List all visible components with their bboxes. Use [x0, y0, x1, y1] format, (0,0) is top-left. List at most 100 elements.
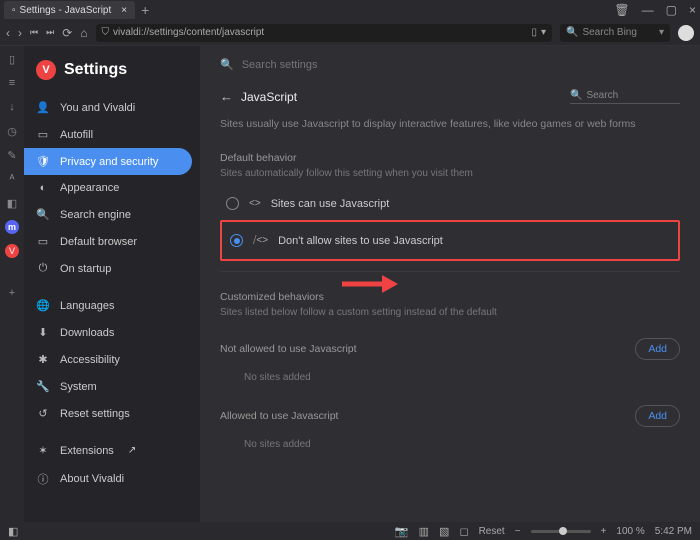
- close-tab-icon[interactable]: ×: [121, 5, 127, 16]
- close-window-icon[interactable]: ×: [689, 3, 696, 17]
- sidebar-item-label: Accessibility: [60, 354, 120, 366]
- customized-behaviors-subtext: Sites listed below follow a custom setti…: [220, 307, 680, 328]
- sidebar-item-label: Default browser: [60, 236, 137, 248]
- search-settings-input[interactable]: [242, 59, 442, 71]
- sidebar-item-label: Autofill: [60, 129, 93, 141]
- person-icon: 👤: [36, 101, 50, 114]
- search-settings-bar[interactable]: 🔍: [220, 54, 680, 85]
- extensions-icon: ✶: [36, 444, 50, 457]
- translate-panel-icon[interactable]: ᴬ: [5, 172, 19, 186]
- sidebar-item-extensions[interactable]: ✶ Extensions ↗: [24, 437, 200, 464]
- fast-forward-button[interactable]: ⏭: [46, 27, 54, 38]
- search-dropdown-icon[interactable]: ▾: [659, 27, 664, 38]
- shield-icon: ⛉: [102, 27, 110, 38]
- radio-label: Don't allow sites to use Javascript: [278, 235, 443, 247]
- sidebar-item-languages[interactable]: 🌐 Languages: [24, 292, 200, 319]
- trash-icon[interactable]: 🗑: [614, 3, 629, 17]
- sidebar-item-label: You and Vivaldi: [60, 102, 135, 114]
- code-icon: <>: [249, 198, 261, 209]
- search-engine-icon: 🔍: [566, 27, 578, 38]
- sidebar-item-accessibility[interactable]: ✱Accessibility: [24, 346, 200, 373]
- sidebar-item-label: Extensions: [60, 445, 114, 457]
- back-button[interactable]: ‹: [6, 26, 10, 40]
- vivaldi-panel-icon[interactable]: V: [5, 244, 19, 258]
- sidebar-item-reset[interactable]: ↺Reset settings: [24, 400, 200, 427]
- url-text: vivaldi://settings/content/javascript: [113, 27, 264, 38]
- startup-icon: ⏻: [36, 262, 50, 275]
- bookmark-icon[interactable]: ▯: [531, 27, 537, 38]
- no-sites-text-2: No sites added: [220, 431, 680, 456]
- new-tab-button[interactable]: +: [141, 2, 149, 18]
- zoom-in-button[interactable]: +: [601, 526, 607, 537]
- sidebar-item-label: Appearance: [60, 182, 119, 194]
- downloads-panel-icon[interactable]: ↓: [5, 100, 19, 114]
- panel-toggle-icon[interactable]: ◧: [8, 525, 18, 538]
- profile-avatar[interactable]: [678, 25, 694, 41]
- home-button[interactable]: ⌂: [80, 26, 87, 40]
- navbar: ‹ › ⏮ ⏭ ⟳ ⌂ ⛉ vivaldi://settings/content…: [0, 20, 700, 46]
- reload-button[interactable]: ⟳: [62, 26, 72, 40]
- tile-icon[interactable]: ▥: [419, 525, 429, 538]
- sidebar-item-label: Languages: [60, 300, 114, 312]
- arrow-annotation: [340, 272, 400, 299]
- settings-header: V Settings: [24, 54, 200, 94]
- add-panel-icon[interactable]: +: [5, 286, 19, 300]
- default-behavior-label: Default behavior: [220, 146, 680, 168]
- highlight-annotation: ⧸<> Don't allow sites to use Javascript: [220, 220, 680, 261]
- browser-tab[interactable]: ▫ Settings - JavaScript ×: [4, 1, 135, 19]
- rewind-button[interactable]: ⏮: [30, 27, 38, 38]
- bookmarks-panel-icon[interactable]: ▯: [5, 52, 19, 66]
- settings-title: Settings: [64, 61, 127, 79]
- reset-zoom-button[interactable]: Reset: [479, 526, 505, 537]
- radio-allow-js[interactable]: <> Sites can use Javascript: [220, 189, 680, 218]
- radio-icon: [226, 197, 239, 210]
- not-allowed-label: Not allowed to use Javascript: [220, 343, 635, 355]
- sidebar-item-downloads[interactable]: ⬇Downloads: [24, 319, 200, 346]
- default-behavior-subtext: Sites automatically follow this setting …: [220, 168, 680, 189]
- history-panel-icon[interactable]: ◷: [5, 124, 19, 138]
- sidebar-item-appearance[interactable]: ◐Appearance: [24, 175, 200, 201]
- minimize-icon[interactable]: —: [642, 3, 654, 17]
- sidebar-item-privacy-security[interactable]: 🛡Privacy and security: [24, 148, 192, 175]
- external-link-icon: ↗: [128, 445, 136, 456]
- zoom-out-button[interactable]: −: [515, 526, 521, 537]
- add-allowed-button[interactable]: Add: [635, 405, 680, 427]
- camera-icon[interactable]: 📷: [395, 525, 409, 538]
- add-not-allowed-button[interactable]: Add: [635, 338, 680, 360]
- search-icon: 🔍: [220, 58, 234, 71]
- notes-panel-icon[interactable]: ✎: [5, 148, 19, 162]
- settings-content: 🔍 ← JavaScript 🔍Search Sites usually use…: [200, 46, 700, 522]
- maximize-icon[interactable]: ▢: [666, 3, 677, 17]
- sidebar-item-default-browser[interactable]: ▭ Default browser: [24, 228, 200, 255]
- inline-search[interactable]: 🔍Search: [570, 90, 680, 104]
- search-icon: 🔍: [36, 208, 50, 221]
- download-icon: ⬇: [36, 326, 50, 339]
- page-actions-icon[interactable]: ◻: [459, 525, 468, 538]
- sidebar-item-system[interactable]: 🔧System: [24, 373, 200, 400]
- no-sites-text: No sites added: [220, 364, 680, 389]
- search-field[interactable]: 🔍 Search Bing ▾: [560, 24, 670, 42]
- sidebar-item-you-and-vivaldi[interactable]: 👤 You and Vivaldi: [24, 94, 200, 121]
- sidebar-item-autofill[interactable]: ▭Autofill: [24, 121, 200, 148]
- sidebar-item-about[interactable]: ⓘAbout Vivaldi: [24, 464, 200, 494]
- back-arrow-button[interactable]: ←: [220, 89, 233, 104]
- status-bar: ◧ 📷 ▥ ▧ ◻ Reset − + 100 % 5:42 PM: [0, 522, 700, 540]
- images-icon[interactable]: ▧: [439, 525, 449, 538]
- zoom-slider[interactable]: [531, 530, 591, 533]
- globe-icon: 🌐: [36, 299, 50, 312]
- url-bar[interactable]: ⛉ vivaldi://settings/content/javascript …: [96, 24, 552, 42]
- reading-list-panel-icon[interactable]: ≡: [5, 76, 19, 90]
- settings-sidebar: V Settings 👤You and Vivaldi ▭Autofill 🛡P…: [24, 46, 200, 522]
- sidebar-item-label: Privacy and security: [60, 156, 158, 168]
- forward-button[interactable]: ›: [18, 26, 22, 40]
- reset-icon: ↺: [36, 407, 50, 420]
- sidebar-item-search-engine[interactable]: 🔍Search engine: [24, 201, 200, 228]
- mastodon-panel-icon[interactable]: m: [5, 220, 19, 234]
- window-panel-icon[interactable]: ◧: [5, 196, 19, 210]
- allowed-label: Allowed to use Javascript: [220, 410, 635, 422]
- sidebar-item-on-startup[interactable]: ⏻On startup: [24, 255, 200, 282]
- search-placeholder: Search Bing: [582, 27, 636, 38]
- dropdown-icon[interactable]: ▾: [541, 27, 546, 38]
- default-browser-icon: ▭: [36, 235, 50, 248]
- radio-block-js[interactable]: ⧸<> Don't allow sites to use Javascript: [224, 226, 676, 255]
